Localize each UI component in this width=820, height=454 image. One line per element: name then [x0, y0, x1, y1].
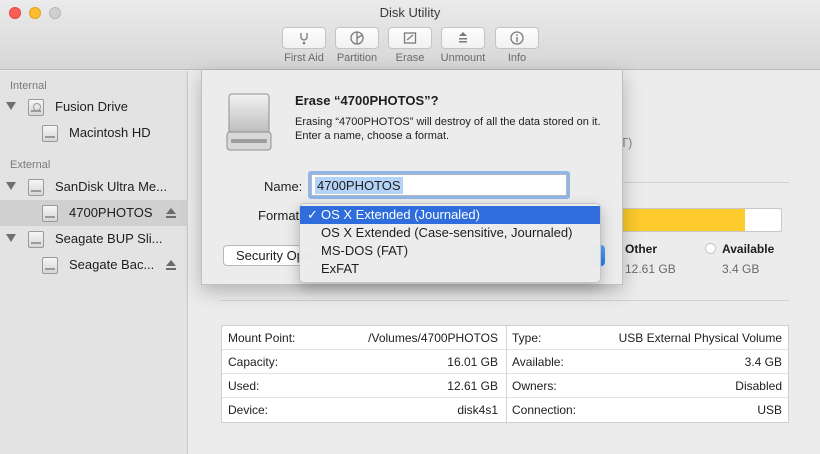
erase-icon	[403, 32, 417, 44]
info-key: Used:	[228, 379, 260, 393]
format-option[interactable]: ✓ OS X Extended (Journaled)	[300, 206, 600, 224]
unmount-button-body[interactable]	[441, 27, 485, 49]
sidebar: Internal Fusion Drive Macintosh HD Exter…	[0, 71, 188, 454]
disclosure-triangle-icon[interactable]	[6, 102, 16, 110]
sidebar-item-sandisk[interactable]: SanDisk Ultra Me...	[0, 174, 188, 200]
first-aid-button-body[interactable]	[282, 27, 326, 49]
dialog-message: Erasing “4700PHOTOS” will destroy of all…	[295, 116, 601, 142]
erase-button-body[interactable]	[388, 27, 432, 49]
name-input-value: 4700PHOTOS	[315, 177, 403, 194]
legend-other-label: Other	[625, 242, 658, 256]
format-option-label: OS X Extended (Case-sensitive, Journaled…	[321, 225, 573, 240]
info-table: Mount Point: /Volumes/4700PHOTOS Type: U…	[221, 325, 789, 424]
format-option-label: OS X Extended (Journaled)	[321, 207, 480, 222]
info-value: /Volumes/4700PHOTOS	[368, 331, 498, 345]
erase-button[interactable]: Erase	[387, 27, 433, 64]
table-row: Device: disk4s1 Connection: USB	[222, 398, 788, 422]
info-value: 3.4 GB	[744, 355, 782, 369]
partition-button-body[interactable]	[335, 27, 379, 49]
fusion-drive-icon	[28, 99, 44, 116]
sidebar-item-label: SanDisk Ultra Me...	[55, 179, 167, 194]
info-icon	[510, 31, 524, 45]
sidebar-item-label: 4700PHOTOS	[69, 205, 153, 220]
window-title: Disk Utility	[379, 5, 441, 20]
external-disk-icon	[28, 231, 44, 248]
info-value: 16.01 GB	[447, 355, 498, 369]
volume-icon	[42, 205, 58, 222]
unmount-button[interactable]: Unmount	[440, 27, 486, 64]
info-value: USB External Physical Volume	[618, 331, 782, 345]
format-label: Format	[258, 208, 300, 223]
first-aid-button[interactable]: First Aid	[281, 27, 327, 64]
sidebar-item-label: Seagate Bac...	[69, 257, 155, 272]
info-value: disk4s1	[457, 403, 498, 417]
sidebar-heading-external: External	[10, 159, 51, 171]
table-row: Mount Point: /Volumes/4700PHOTOS Type: U…	[222, 326, 788, 350]
info-label: Info	[507, 52, 527, 64]
format-option[interactable]: OS X Extended (Case-sensitive, Journaled…	[300, 224, 600, 242]
info-button-body[interactable]	[495, 27, 539, 49]
usage-bar	[612, 208, 782, 232]
eject-icon[interactable]	[166, 208, 176, 218]
info-key: Mount Point:	[228, 331, 296, 345]
sidebar-item-macintosh-hd[interactable]: Macintosh HD	[0, 120, 188, 146]
format-dropdown-menu[interactable]: ✓ OS X Extended (Journaled) OS X Extende…	[299, 203, 601, 283]
dialog-title: Erase “4700PHOTOS”?	[295, 93, 439, 108]
info-key: Type:	[512, 331, 542, 345]
checkmark-icon: ✓	[307, 207, 318, 222]
legend-other-value: 12.61 GB	[625, 262, 676, 276]
format-option[interactable]: ExFAT	[300, 260, 600, 278]
divider	[221, 300, 789, 301]
usage-bar-fill	[613, 209, 746, 231]
sidebar-item-fusion-drive[interactable]: Fusion Drive	[0, 94, 188, 120]
disclosure-triangle-icon[interactable]	[6, 234, 16, 242]
format-option[interactable]: MS-DOS (FAT)	[300, 242, 600, 260]
info-value: USB	[757, 403, 782, 417]
info-key: Available:	[512, 355, 564, 369]
volume-icon	[42, 257, 58, 274]
table-row: Capacity: 16.01 GB Available: 3.4 GB	[222, 350, 788, 374]
title-bar: Disk Utility First Aid Partition Erase U…	[0, 0, 820, 70]
partition-icon	[350, 31, 364, 45]
legend-available-swatch	[705, 243, 716, 254]
unmount-icon	[459, 32, 467, 43]
info-key: Capacity:	[228, 355, 279, 369]
table-row: Used: 12.61 GB Owners: Disabled	[222, 374, 788, 398]
external-disk-icon	[28, 179, 44, 196]
eject-icon[interactable]	[166, 260, 176, 270]
volume-icon	[42, 125, 58, 142]
sidebar-item-4700photos[interactable]: 4700PHOTOS	[0, 200, 188, 226]
sidebar-item-label: Fusion Drive	[55, 99, 128, 114]
name-label: Name:	[264, 179, 303, 194]
sidebar-item-label: Seagate BUP Sli...	[55, 231, 163, 246]
info-key: Owners:	[512, 379, 557, 393]
sidebar-heading-internal: Internal	[10, 80, 47, 92]
info-button[interactable]: Info	[494, 27, 540, 64]
format-option-label: ExFAT	[321, 261, 360, 276]
info-key: Connection:	[512, 403, 577, 417]
name-input[interactable]: 4700PHOTOS	[311, 174, 567, 196]
info-value: 12.61 GB	[447, 379, 498, 393]
format-option-label: MS-DOS (FAT)	[321, 243, 409, 258]
sidebar-item-seagate-backup[interactable]: Seagate Bac...	[0, 252, 188, 278]
info-value: Disabled	[735, 379, 782, 393]
sidebar-item-seagate-bup[interactable]: Seagate BUP Sli...	[0, 226, 188, 252]
sidebar-item-label: Macintosh HD	[69, 125, 151, 140]
hard-drive-icon	[226, 93, 272, 151]
partition-button[interactable]: Partition	[334, 27, 380, 64]
first-aid-icon	[300, 33, 308, 45]
info-key: Device:	[228, 403, 269, 417]
legend-available-label: Available	[722, 242, 775, 256]
legend-available-value: 3.4 GB	[722, 262, 760, 276]
disclosure-triangle-icon[interactable]	[6, 182, 16, 190]
